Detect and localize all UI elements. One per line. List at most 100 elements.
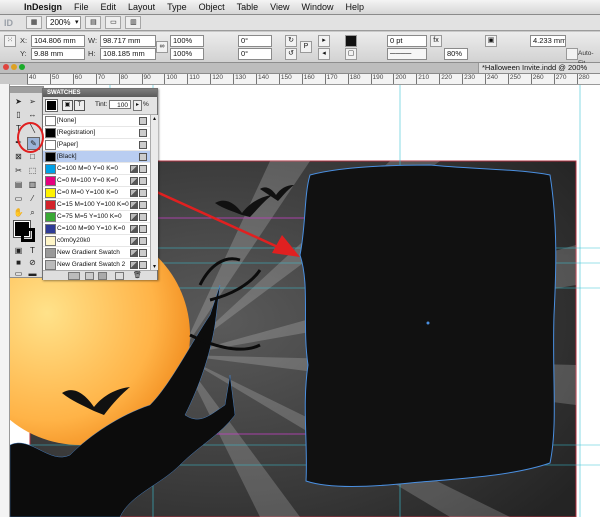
menu-edit[interactable]: Edit — [95, 2, 123, 12]
rotation-angle-field[interactable]: 0° — [238, 35, 272, 47]
stroke-weight-field[interactable]: 0 pt — [387, 35, 427, 47]
gap-tool-icon[interactable]: ↔ — [27, 109, 38, 120]
swatch-row[interactable]: [Black][Black] — [43, 151, 150, 163]
screen-mode-button[interactable]: ▭ — [105, 16, 122, 29]
scroll-down-icon[interactable]: ▾ — [151, 263, 158, 270]
scroll-up-icon[interactable]: ▴ — [151, 115, 158, 122]
zoom-window-icon[interactable] — [19, 64, 25, 70]
menu-layout[interactable]: Layout — [122, 2, 161, 12]
flip-icon[interactable]: P — [300, 41, 312, 53]
show-gradient-swatches-icon[interactable] — [98, 272, 107, 280]
swatch-row[interactable]: New Gradient SwatchNew Gradient Swatch — [43, 247, 150, 259]
swatch-row[interactable]: C=0 M=0 Y=100 K=0C=0 M=0 Y=100 K=0 — [43, 187, 150, 199]
fill-swatch-icon[interactable] — [345, 35, 357, 47]
normal-view-icon[interactable]: ▭ — [13, 268, 24, 279]
selection-content-icon[interactable]: ◂ — [318, 48, 330, 60]
menu-window[interactable]: Window — [295, 2, 339, 12]
stroke-color-icon[interactable] — [21, 228, 35, 242]
h-field[interactable]: 108.185 mm — [100, 48, 156, 60]
show-color-swatches-icon[interactable] — [85, 272, 94, 280]
fill-proxy-icon[interactable] — [45, 99, 58, 112]
swatch-row[interactable]: C=0 M=100 Y=0 K=0C=0 M=100 Y=0 K=0 — [43, 175, 150, 187]
swatch-row[interactable]: C=15 M=100 Y=100 K=0C=15 M=100 Y=100 K=0 — [43, 199, 150, 211]
formatting-container-icon[interactable]: ▣ — [13, 245, 24, 256]
apply-none-icon[interactable]: ⊘ — [27, 257, 38, 268]
effects-fx-icon[interactable]: fx — [430, 35, 442, 47]
gradient-feather-tool-icon[interactable]: ▥ — [27, 179, 38, 190]
swatch-row[interactable]: C=100 M=0 Y=0 K=0C=100 M=0 Y=0 K=0 — [43, 163, 150, 175]
zoom-level-select[interactable]: 200% — [46, 16, 82, 29]
w-field[interactable]: 98.717 mm — [100, 35, 156, 47]
constrain-proportions-icon[interactable]: ∞ — [156, 41, 168, 53]
preview-view-icon[interactable]: ▬ — [27, 268, 38, 279]
swatch-list-scrollbar[interactable]: ▴ ▾ — [150, 115, 158, 270]
torn-paper-frame[interactable] — [299, 164, 557, 487]
y-field[interactable]: 9.88 mm — [31, 48, 85, 60]
selection-container-icon[interactable]: ▸ — [318, 35, 330, 47]
new-swatch-icon[interactable] — [115, 272, 124, 280]
ruler-tick — [27, 74, 28, 84]
menu-type[interactable]: Type — [161, 2, 193, 12]
apply-color-icon[interactable]: ■ — [13, 257, 24, 268]
swatches-panel-tab[interactable]: SWATCHES — [43, 89, 157, 97]
color-mode-icon — [139, 201, 147, 209]
formatting-container-icon[interactable]: ▣ — [62, 100, 73, 111]
swatch-row[interactable]: C=100 M=90 Y=10 K=0C=100 M=90 Y=10 K=0 — [43, 223, 150, 235]
menu-indesign[interactable]: InDesign — [18, 2, 68, 12]
direct-selection-tool-icon[interactable]: ➢ — [27, 96, 38, 107]
swatch-row[interactable]: New Gradient Swatch 2New Gradient Swatch… — [43, 259, 150, 270]
rectangle-frame-tool-icon[interactable]: ⊠ — [13, 151, 24, 162]
arrange-documents-button[interactable]: ▥ — [125, 16, 142, 29]
swatch-color-chip: [Black] — [45, 152, 56, 162]
rotate-cw-icon[interactable]: ↻ — [285, 35, 297, 47]
scale-x-field[interactable]: 100% — [170, 35, 204, 47]
stroke-swatch-icon[interactable]: ▢ — [345, 48, 357, 60]
frame-center-point[interactable] — [426, 321, 430, 325]
scale-y-field[interactable]: 100% — [170, 48, 204, 60]
horizontal-ruler[interactable]: 40 50 60 70 80 90 100 110 120 130 140 150 160 170 180 1… — [27, 74, 600, 85]
swatch-list[interactable]: [None][None][Registration][Registration]… — [43, 115, 150, 270]
menu-help[interactable]: Help — [340, 2, 371, 12]
tint-field[interactable]: 100 — [109, 100, 131, 109]
zoom-tool-icon[interactable]: ⌕ — [27, 207, 38, 218]
color-mode-icon — [139, 225, 147, 233]
swatch-row[interactable]: C=75 M=5 Y=100 K=0C=75 M=5 Y=100 K=0 — [43, 211, 150, 223]
view-options-button[interactable]: ▤ — [85, 16, 102, 29]
menu-view[interactable]: View — [264, 2, 295, 12]
menu-table[interactable]: Table — [231, 2, 265, 12]
free-transform-tool-icon[interactable]: ⬚ — [27, 165, 38, 176]
swatch-row[interactable]: [None][None] — [43, 115, 150, 127]
x-field[interactable]: 104.806 mm — [31, 35, 85, 47]
rotate-ccw-icon[interactable]: ↺ — [285, 48, 297, 60]
opacity-field[interactable]: 80% — [444, 48, 468, 60]
document-tab[interactable]: *Halloween Invite.indd @ 200% — [478, 63, 600, 73]
gradient-swatch-tool-icon[interactable]: ▤ — [13, 179, 24, 190]
show-all-swatches-icon[interactable] — [68, 272, 80, 280]
bridge-button[interactable]: ▦ — [26, 16, 42, 29]
menu-file[interactable]: File — [68, 2, 95, 12]
stroke-type-select[interactable]: ──── — [387, 48, 427, 60]
color-mode-icon — [139, 129, 147, 137]
shear-angle-field[interactable]: 0° — [238, 48, 272, 60]
tools-panel-header[interactable] — [10, 87, 43, 93]
scissors-tool-icon[interactable]: ✂ — [13, 165, 24, 176]
minimize-window-icon[interactable] — [11, 64, 17, 70]
shadow-icon[interactable]: ▣ — [485, 35, 497, 47]
hand-tool-icon[interactable]: ✋ — [13, 207, 24, 218]
swatch-row[interactable]: [Registration][Registration] — [43, 127, 150, 139]
swatch-row[interactable]: c0m0y20k0c0m0y20k0 — [43, 235, 150, 247]
swatch-row[interactable]: [Paper][Paper] — [43, 139, 150, 151]
formatting-text-icon[interactable]: T — [27, 245, 38, 256]
tint-stepper[interactable]: ▸ — [133, 100, 142, 111]
close-window-icon[interactable] — [3, 64, 9, 70]
selection-tool-icon[interactable]: ➤ — [13, 96, 24, 107]
note-tool-icon[interactable]: ▭ — [13, 193, 24, 204]
auto-fit-checkbox[interactable] — [566, 48, 578, 60]
reference-point-icon[interactable]: ⁙ — [4, 35, 16, 47]
page-tool-icon[interactable]: ▯ — [13, 109, 24, 120]
formatting-text-icon[interactable]: T — [74, 100, 85, 111]
menu-object[interactable]: Object — [193, 2, 231, 12]
eyedropper-tool-icon[interactable]: ⁄ — [27, 193, 38, 204]
frame-dimension-field[interactable]: 4.233 mm — [530, 35, 566, 47]
delete-swatch-icon[interactable]: 🗑 — [133, 271, 142, 279]
